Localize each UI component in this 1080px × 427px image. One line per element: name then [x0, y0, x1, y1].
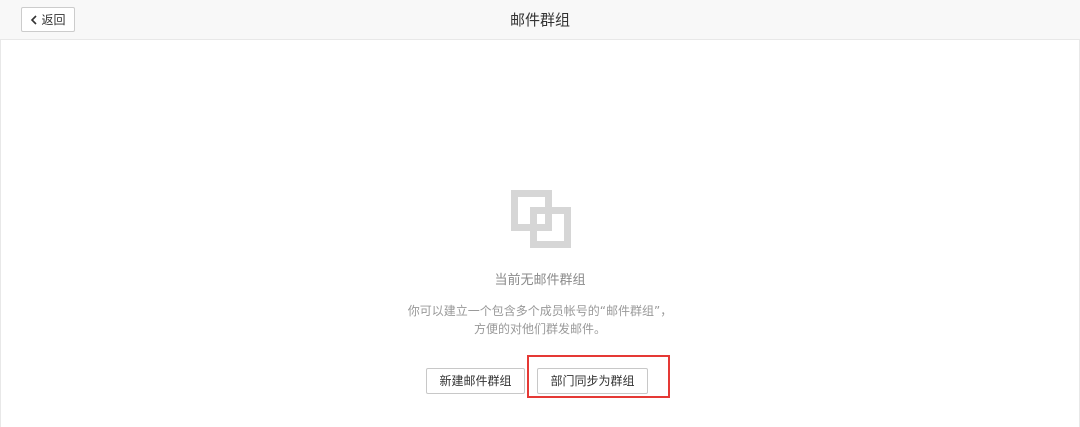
empty-state-description-line1: 你可以建立一个包含多个成员帐号的“邮件群组”，: [407, 304, 673, 318]
empty-state-description-line2: 方便的对他们群发邮件。: [473, 322, 606, 336]
empty-state-title: 当前无邮件群组: [494, 273, 586, 288]
sync-department-to-group-button[interactable]: 部门同步为群组: [537, 368, 648, 394]
new-mail-group-button[interactable]: 新建邮件群组: [426, 368, 525, 394]
empty-state: 当前无邮件群组 你可以建立一个包含多个成员帐号的“邮件群组”， 方便的对他们群发…: [0, 0, 1080, 427]
overlapping-squares-icon: [511, 190, 572, 250]
